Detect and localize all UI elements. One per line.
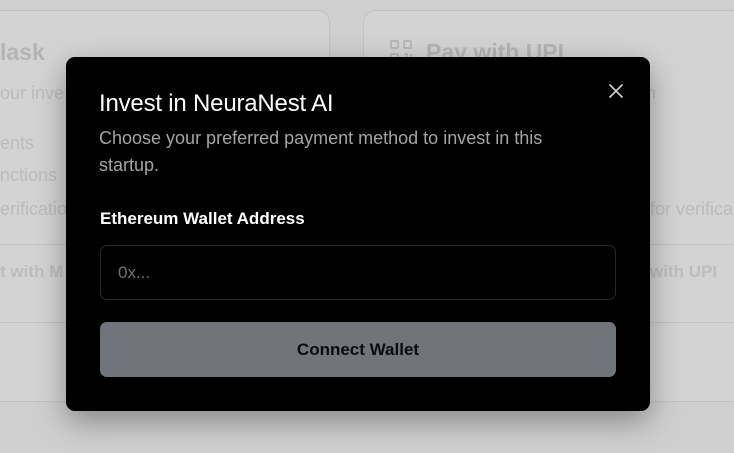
wallet-address-input[interactable] xyxy=(100,245,616,300)
invest-dialog: Invest in NeuraNest AI Choose your prefe… xyxy=(66,57,650,411)
wallet-address-label: Ethereum Wallet Address xyxy=(100,209,305,228)
dialog-description: Choose your preferred payment method to … xyxy=(99,128,543,175)
close-button[interactable] xyxy=(606,81,626,101)
dialog-title: Invest in NeuraNest AI xyxy=(99,90,334,117)
close-icon xyxy=(609,84,623,98)
connect-wallet-button[interactable]: Connect Wallet xyxy=(100,322,616,377)
